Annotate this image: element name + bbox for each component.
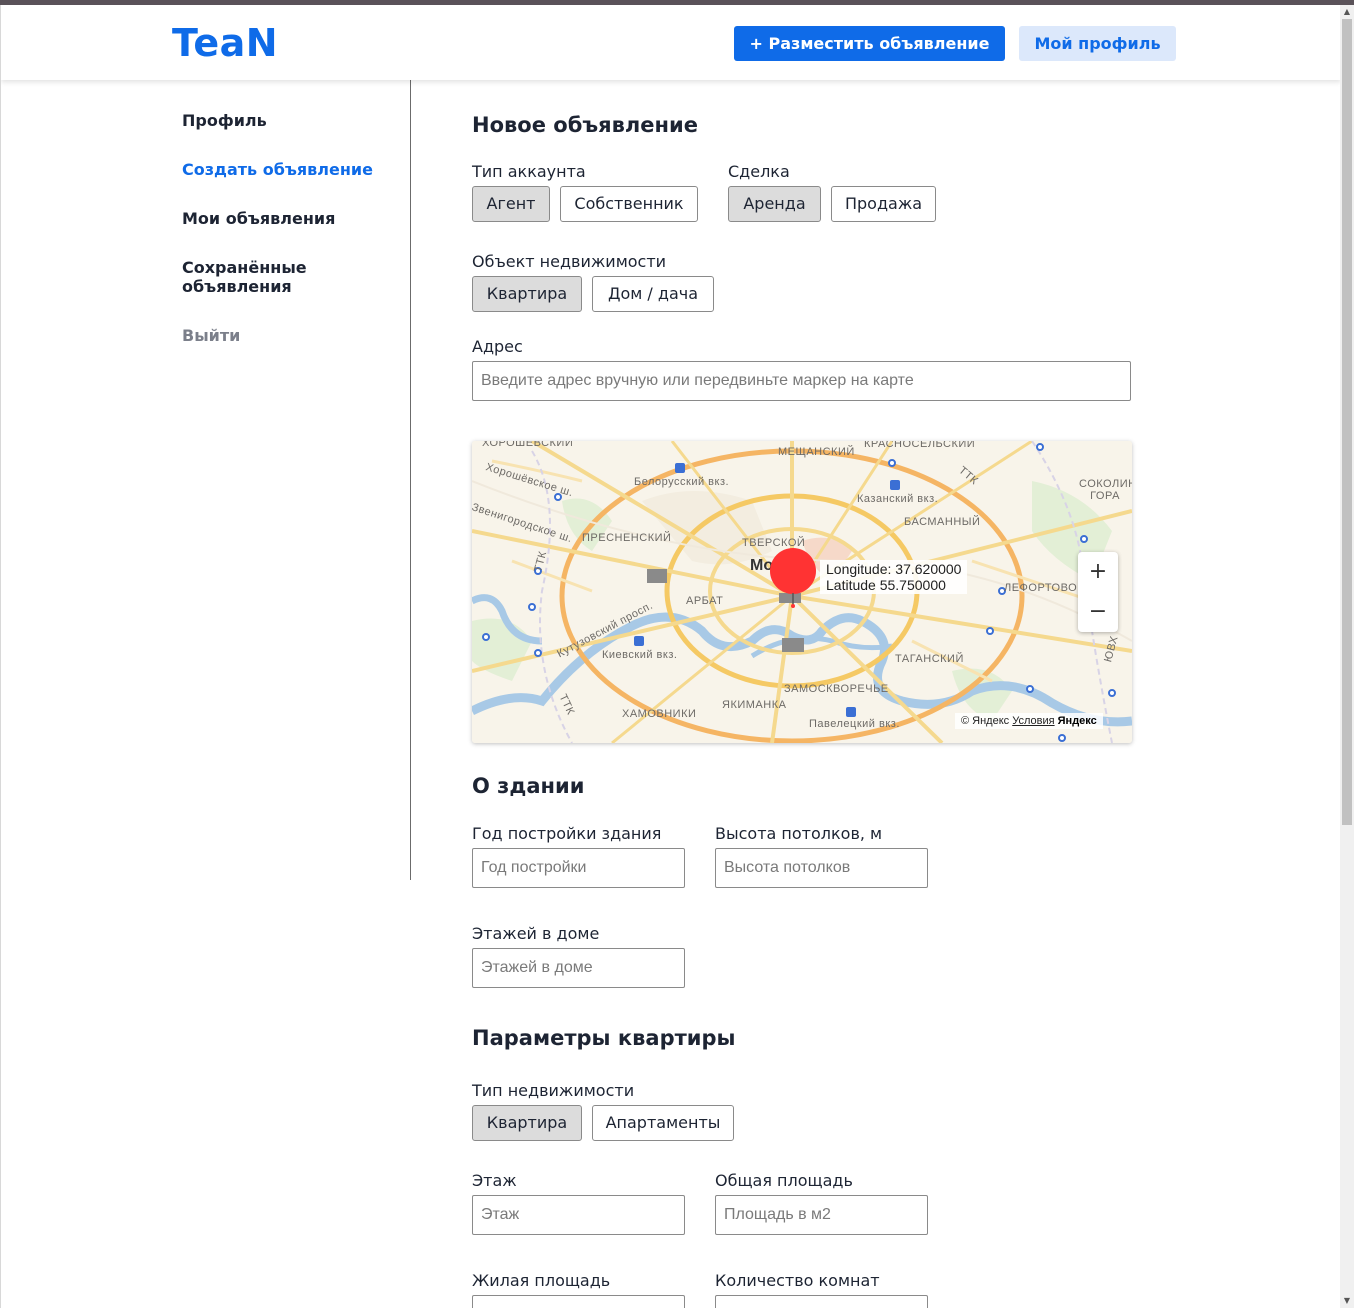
zoom-in-button[interactable]: +	[1078, 552, 1118, 592]
scrollbar-thumb[interactable]	[1342, 19, 1352, 825]
map-label-basmanny: БАСМАННЫЙ	[904, 516, 981, 528]
address-label: Адрес	[472, 337, 523, 356]
floors-label: Этажей в доме	[472, 924, 600, 943]
sidebar-item-create-ad[interactable]: Создать объявление	[182, 160, 373, 179]
site-header: TeaN + Разместить объявление Мой профиль	[1, 5, 1340, 80]
marker-coordinates: Longitude: 37.620000 Latitude 55.750000	[820, 560, 968, 594]
map-label-krasnoselsky: КРАСНОСЕЛЬСКИЙ	[864, 441, 976, 450]
scroll-down-arrow-icon[interactable]: ▼	[1340, 1294, 1354, 1308]
map-marker-icon[interactable]	[767, 547, 819, 609]
building-section-title: О здании	[472, 774, 585, 798]
page-title: Новое объявление	[472, 113, 699, 137]
map-label-khoroshevsky: ХОРОШЕВСКИЙ	[482, 441, 574, 449]
deal-rent[interactable]: Аренда	[728, 186, 821, 222]
main-content: Новое объявление Тип аккаунта Агент Собс…	[472, 80, 1192, 1308]
longitude-text: Longitude: 37.620000	[826, 561, 962, 577]
living-area-input[interactable]	[472, 1295, 685, 1308]
sidebar: Профиль Создать объявление Мои объявлени…	[1, 80, 411, 880]
object-house[interactable]: Дом / дача	[592, 276, 714, 312]
map-label-paveletsky: Павелецкий вкз.	[809, 718, 900, 730]
account-type-label: Тип аккаунта	[472, 162, 586, 181]
sidebar-item-my-ads[interactable]: Мои объявления	[182, 209, 335, 228]
map-label-meshchansky: МЕЩАНСКИЙ	[778, 446, 855, 458]
account-type-owner[interactable]: Собственник	[560, 186, 698, 222]
map-zoom-control: + −	[1078, 552, 1118, 632]
ceiling-label: Высота потолков, м	[715, 824, 883, 843]
page-viewport: TeaN + Разместить объявление Мой профиль…	[0, 5, 1340, 1308]
map-label-kazansky: Казанский вкз.	[857, 493, 939, 505]
map-copyright: © Яндекс	[961, 715, 1010, 727]
year-input[interactable]	[472, 848, 685, 888]
map-attribution: © Яндекс Условия Яндекс	[955, 713, 1103, 729]
deal-sale[interactable]: Продажа	[831, 186, 936, 222]
living-area-label: Жилая площадь	[472, 1271, 611, 1290]
floors-input[interactable]	[472, 948, 685, 988]
total-area-input[interactable]	[715, 1195, 928, 1235]
sidebar-item-saved-ads[interactable]: Сохранённые объявления	[182, 258, 352, 296]
rooms-input[interactable]	[715, 1295, 928, 1308]
map-label-sokolinaya: СОКОЛИНАЯ ГОРА	[1079, 478, 1132, 502]
map-label-yakimanka: ЯКИМАНКА	[722, 699, 787, 711]
total-area-label: Общая площадь	[715, 1171, 853, 1190]
ceiling-input[interactable]	[715, 848, 928, 888]
zoom-out-button[interactable]: −	[1078, 592, 1118, 632]
map-label-kievsky: Киевский вкз.	[602, 649, 678, 661]
my-profile-button[interactable]: Мой профиль	[1019, 26, 1176, 61]
property-type-label: Тип недвижимости	[472, 1081, 635, 1100]
map-terms-link[interactable]: Условия	[1012, 715, 1054, 727]
sidebar-item-profile[interactable]: Профиль	[182, 111, 267, 130]
map-label-belorussky: Белорусский вкз.	[634, 476, 730, 488]
property-type-flat[interactable]: Квартира	[472, 1105, 582, 1141]
deal-label: Сделка	[728, 162, 790, 181]
rooms-label: Количество комнат	[715, 1271, 880, 1290]
map-label-khamovniki: ХАМОВНИКИ	[622, 708, 697, 720]
map[interactable]: ХОРОШЕВСКИЙ МЕЩАНСКИЙ КРАСНОСЕЛЬСКИЙ Хор…	[472, 441, 1132, 743]
floor-input[interactable]	[472, 1195, 685, 1235]
latitude-text: Latitude 55.750000	[826, 577, 946, 593]
logo[interactable]: TeaN	[172, 21, 278, 65]
scroll-up-arrow-icon[interactable]: ▲	[1340, 5, 1354, 19]
property-type-apartments[interactable]: Апартаменты	[592, 1105, 734, 1141]
map-label-presnensky: ПРЕСНЕНСКИЙ	[582, 532, 672, 544]
page-scrollbar[interactable]: ▲ ▼	[1340, 5, 1354, 1308]
address-input[interactable]	[472, 361, 1131, 401]
map-label-lefortovo: ЛЕФОРТОВО	[1004, 582, 1078, 594]
post-ad-button[interactable]: + Разместить объявление	[734, 26, 1005, 61]
year-label: Год постройки здания	[472, 824, 662, 843]
map-label-arbat: АРБАТ	[686, 595, 724, 607]
account-type-agent[interactable]: Агент	[472, 186, 550, 222]
flat-section-title: Параметры квартиры	[472, 1026, 736, 1050]
map-label-zamoskvorechye: ЗАМОСКВОРЕЧЬЕ	[784, 683, 889, 695]
object-label: Объект недвижимости	[472, 252, 667, 271]
object-flat[interactable]: Квартира	[472, 276, 582, 312]
sidebar-item-logout[interactable]: Выйти	[182, 326, 240, 345]
floor-label: Этаж	[472, 1171, 517, 1190]
map-label-tagansky: ТАГАНСКИЙ	[895, 653, 964, 665]
yandex-logo[interactable]: Яндекс	[1058, 715, 1097, 727]
